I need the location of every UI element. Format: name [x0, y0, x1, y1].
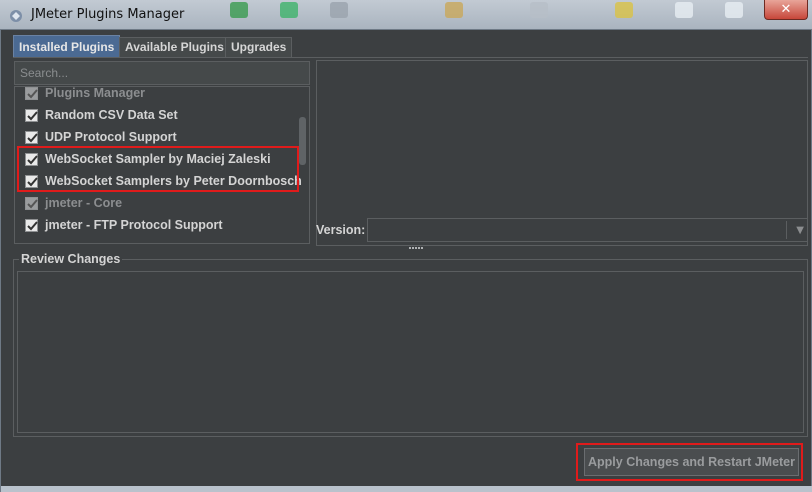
checkbox[interactable]	[25, 87, 38, 100]
checkbox[interactable]	[25, 109, 38, 122]
plugin-label: jmeter - Core	[45, 196, 123, 210]
version-select[interactable]: ▼	[367, 218, 808, 242]
review-changes-textarea[interactable]	[17, 271, 804, 433]
list-scrollbar[interactable]	[299, 117, 306, 165]
list-item[interactable]: jmeter - Core	[15, 193, 299, 215]
chevron-down-icon[interactable]: ▼	[796, 225, 804, 236]
plugins-manager-window: Installed Plugins Available Plugins Upgr…	[0, 30, 812, 492]
websocket-highlight-box	[17, 146, 299, 192]
splitter-grip[interactable]	[409, 246, 425, 251]
plugin-label: UDP Protocol Support	[45, 130, 177, 144]
window-bottom-edge	[1, 486, 812, 492]
list-item[interactable]: jmeter - FTP Protocol Support	[15, 215, 299, 237]
app-icon	[10, 10, 22, 22]
checkbox[interactable]	[25, 131, 38, 144]
apply-highlight-box	[576, 443, 803, 481]
list-item[interactable]: Random CSV Data Set	[15, 105, 299, 127]
plugin-label: jmeter - FTP Protocol Support	[45, 218, 223, 232]
tab-installed-plugins[interactable]: Installed Plugins	[13, 35, 121, 58]
tab-divider	[13, 57, 808, 58]
version-label: Version:	[316, 223, 366, 237]
close-button[interactable]: ✕	[764, 0, 808, 20]
plugin-label: Plugins Manager	[45, 86, 146, 100]
window-title: JMeter Plugins Manager	[31, 7, 185, 22]
checkbox[interactable]	[25, 219, 38, 232]
tab-upgrades[interactable]: Upgrades	[225, 37, 293, 58]
plugin-label: Random CSV Data Set	[45, 108, 178, 122]
checkbox[interactable]	[25, 197, 38, 210]
title-bar: JMeter Plugins Manager ✕	[0, 0, 812, 30]
tab-available-plugins[interactable]: Available Plugins	[119, 37, 230, 58]
search-input[interactable]: Search...	[14, 61, 310, 85]
list-item[interactable]: Plugins Manager	[15, 86, 299, 105]
review-changes-title: Review Changes	[19, 252, 123, 266]
